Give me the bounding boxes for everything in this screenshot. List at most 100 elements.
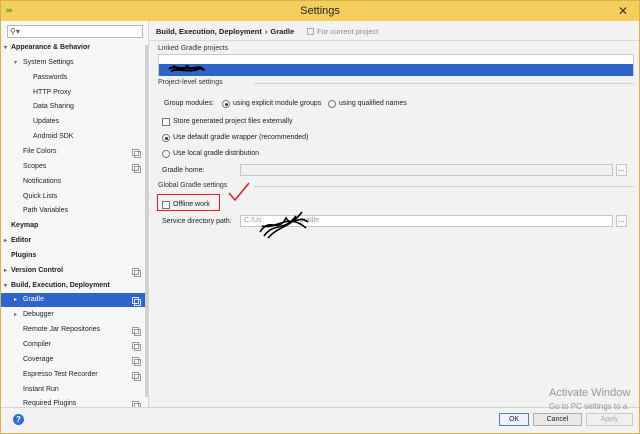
title-bar[interactable]: ∞ Settings ✕ (1, 1, 639, 21)
tree-item-label: Compiler (23, 341, 52, 348)
default-wrapper-label[interactable]: Use default gradle wrapper (recommended) (173, 134, 308, 141)
tree-item[interactable]: ▸ Debugger (1, 308, 147, 322)
breadcrumb-parent: Build, Execution, Deployment (156, 27, 262, 36)
tree-item-label: System Settings (23, 58, 74, 66)
breadcrumb-current: Gradle (270, 27, 295, 36)
tree-item[interactable]: Plugins (1, 249, 147, 263)
tree-item[interactable]: ▸ Gradle (1, 293, 147, 308)
tree-item[interactable]: ▸ Editor (1, 234, 147, 248)
tree-item[interactable]: HTTP Proxy (1, 86, 147, 100)
tree-item[interactable]: Android SDK (1, 130, 147, 144)
scope-hint: For current project (307, 27, 378, 36)
search-input[interactable] (22, 27, 140, 37)
tree-item-label: Updates (33, 118, 60, 126)
collapse-arrow-icon[interactable]: ▸ (4, 234, 7, 248)
qualified-names-radio[interactable] (328, 100, 336, 108)
tree-item[interactable]: Path Variables (1, 204, 147, 218)
collapse-arrow-icon[interactable]: ▸ (14, 293, 17, 307)
tree-item-label: Data Sharing (33, 103, 74, 111)
tree-item-label: Gradle (23, 296, 45, 304)
tree-item[interactable]: ▾ Appearance & Behavior (1, 41, 147, 55)
window-title: Settings (300, 5, 340, 17)
tree-item[interactable]: Instant Run (1, 383, 147, 397)
ok-button[interactable]: OK (499, 413, 529, 426)
tree-item[interactable]: Notifications (1, 175, 147, 189)
tree-item-label: HTTP Proxy (33, 88, 71, 96)
tree-item-label: Plugins (11, 251, 37, 259)
expand-arrow-icon[interactable]: ▾ (4, 41, 7, 55)
scope-label: For current project (317, 27, 379, 36)
redaction-scribble-path (259, 211, 309, 239)
tree-item-label: Instant Run (23, 385, 59, 393)
tree-item[interactable]: File Colors (1, 145, 147, 159)
project-scope-icon (307, 28, 314, 35)
project-level-divider (254, 83, 634, 84)
tree-item[interactable]: Keymap (1, 219, 147, 233)
tree-item[interactable]: Espresso Test Recorder (1, 368, 147, 382)
tree-item-label: Path Variables (23, 207, 69, 215)
gradle-home-field[interactable] (240, 164, 613, 176)
help-icon[interactable]: ? (13, 414, 24, 425)
linked-project-row[interactable] (159, 64, 633, 76)
breadcrumb: Build, Execution, Deployment › Gradle (156, 27, 294, 36)
qualified-names-label[interactable]: using qualified names (339, 100, 407, 107)
expand-arrow-icon[interactable]: ▾ (4, 279, 7, 293)
cancel-button[interactable]: Cancel (533, 413, 582, 426)
project-scope-icon (132, 163, 141, 173)
group-modules-label: Group modules: (164, 100, 214, 107)
project-scope-icon (132, 297, 141, 307)
settings-window: ∞ Settings ✕ ⚲▾ ▾ Appearance & Behavior ▾ S… (0, 0, 640, 434)
gradle-home-label: Gradle home: (162, 167, 205, 174)
local-distribution-radio[interactable] (162, 150, 170, 158)
tree-item[interactable]: ▸ Version Control (1, 264, 147, 278)
service-directory-browse-button[interactable]: ... (616, 215, 627, 227)
tree-item[interactable]: Coverage (1, 353, 147, 367)
store-generated-label[interactable]: Store generated project files externally (173, 118, 292, 125)
tree-item[interactable]: Updates (1, 115, 147, 129)
global-settings-title: Global Gradle settings (158, 182, 228, 189)
default-wrapper-radio[interactable] (162, 134, 170, 142)
service-directory-label: Service directory path: (162, 218, 232, 225)
expand-arrow-icon[interactable]: ▾ (14, 56, 17, 70)
tree-item-label: Android SDK (33, 133, 74, 141)
tree-item[interactable]: ▾ System Settings (1, 56, 147, 70)
search-box[interactable]: ⚲▾ (7, 25, 143, 38)
explicit-groups-label[interactable]: using explicit module groups (233, 100, 321, 107)
collapse-arrow-icon[interactable]: ▸ (14, 308, 17, 322)
tree-item-label: Version Control (11, 266, 64, 274)
tree-item-label: File Colors (23, 147, 57, 155)
tree-item[interactable]: Passwords (1, 71, 147, 85)
collapse-arrow-icon[interactable]: ▸ (4, 264, 7, 278)
project-scope-icon (132, 327, 141, 337)
tree-item-label: Notifications (23, 177, 62, 185)
tree-item[interactable]: Compiler (1, 338, 147, 352)
gradle-home-browse-button[interactable]: ... (616, 164, 627, 176)
tree-item[interactable]: Data Sharing (1, 100, 147, 114)
redaction-scribble (168, 64, 206, 72)
settings-tree-panel: ⚲▾ ▾ Appearance & Behavior ▾ System Setting… (1, 21, 149, 411)
local-distribution-label[interactable]: Use local gradle distribution (173, 150, 259, 157)
tree-item[interactable]: ▾ Build, Execution, Deployment (1, 279, 147, 293)
linked-projects-list[interactable] (158, 54, 634, 76)
activate-windows-subtext: Go to PC settings to a (549, 402, 628, 411)
tree-item-label: Appearance & Behavior (11, 44, 90, 51)
annotation-highlight-box (157, 194, 220, 211)
tree-item-label: Debugger (23, 311, 54, 319)
tree-item[interactable]: Scopes (1, 160, 147, 174)
project-scope-icon (132, 356, 141, 366)
tree-item[interactable]: Remote Jar Repositories (1, 323, 147, 337)
tree-item-label: Coverage (23, 355, 54, 363)
gradle-settings-panel: Build, Execution, Deployment › Gradle For … (150, 21, 639, 407)
apply-button[interactable]: Apply (586, 413, 633, 426)
tree-item[interactable]: Quick Lists (1, 190, 147, 204)
close-icon[interactable]: ✕ (615, 3, 631, 19)
tree-item-label: Keymap (11, 222, 39, 230)
tree-item-label: Remote Jar Repositories (23, 326, 101, 334)
explicit-groups-radio[interactable] (222, 100, 230, 108)
annotation-checkmark-icon (228, 182, 250, 202)
store-generated-checkbox[interactable] (162, 118, 170, 126)
project-level-title: Project-level settings (158, 79, 223, 86)
tree-item-label: Passwords (33, 73, 68, 81)
tree-scrollbar[interactable] (145, 45, 148, 397)
tree-item-label: Build, Execution, Deployment (11, 281, 110, 289)
